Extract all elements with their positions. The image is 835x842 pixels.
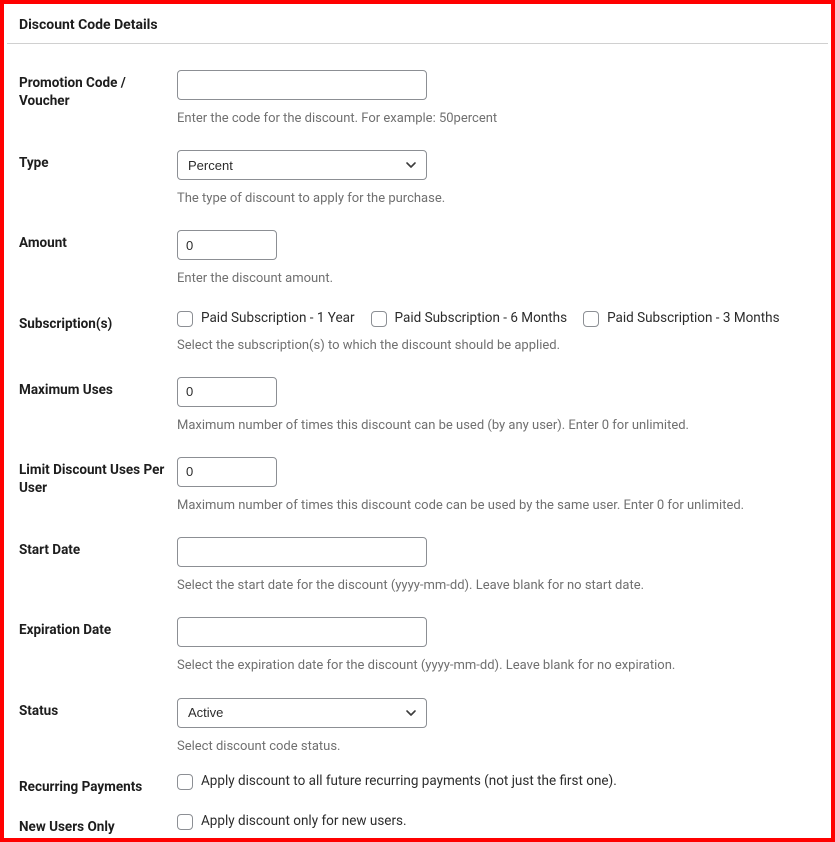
status-select[interactable]: Active — [177, 698, 427, 728]
recurring-payments-option[interactable]: Apply discount to all future recurring p… — [177, 774, 816, 790]
label-amount: Amount — [19, 230, 177, 252]
label-promotion-code: Promotion Code / Voucher — [19, 70, 177, 110]
help-type: The type of discount to apply for the pu… — [177, 190, 816, 208]
recurring-payments-checkbox[interactable] — [177, 774, 193, 790]
field-subscriptions: Paid Subscription - 1 Year Paid Subscrip… — [177, 311, 816, 355]
subscriptions-checkbox-group: Paid Subscription - 1 Year Paid Subscrip… — [177, 311, 816, 327]
field-amount: Enter the discount amount. — [177, 230, 816, 288]
label-expiration-date: Expiration Date — [19, 617, 177, 639]
help-subscriptions: Select the subscription(s) to which the … — [177, 337, 816, 355]
row-expiration-date: Expiration Date Select the expiration da… — [19, 599, 816, 679]
amount-input[interactable] — [177, 230, 277, 260]
row-limit-per-user: Limit Discount Uses Per User Maximum num… — [19, 439, 816, 519]
label-recurring-payments: Recurring Payments — [19, 774, 177, 796]
subscription-option-6months[interactable]: Paid Subscription - 6 Months — [371, 311, 568, 327]
field-status: Active Select discount code status. — [177, 698, 816, 756]
row-promotion-code: Promotion Code / Voucher Enter the code … — [19, 52, 816, 132]
subscription-label-3months: Paid Subscription - 3 Months — [607, 312, 780, 326]
field-expiration-date: Select the expiration date for the disco… — [177, 617, 816, 675]
label-type: Type — [19, 150, 177, 172]
promotion-code-input[interactable] — [177, 70, 427, 100]
field-recurring-payments: Apply discount to all future recurring p… — [177, 774, 816, 790]
row-type: Type Percent The type of discount to app… — [19, 132, 816, 212]
help-status: Select discount code status. — [177, 738, 816, 756]
row-new-users-only: New Users Only Apply discount only for n… — [19, 800, 816, 840]
field-new-users-only: Apply discount only for new users. — [177, 814, 816, 830]
help-expiration-date: Select the expiration date for the disco… — [177, 657, 816, 675]
row-amount: Amount Enter the discount amount. — [19, 212, 816, 292]
field-limit-per-user: Maximum number of times this discount co… — [177, 457, 816, 515]
new-users-only-checkbox[interactable] — [177, 814, 193, 830]
help-promotion-code: Enter the code for the discount. For exa… — [177, 110, 816, 128]
limit-per-user-input[interactable] — [177, 457, 277, 487]
row-maximum-uses: Maximum Uses Maximum number of times thi… — [19, 359, 816, 439]
subscription-label-6months: Paid Subscription - 6 Months — [395, 312, 568, 326]
label-new-users-only: New Users Only — [19, 814, 177, 836]
row-status: Status Active Select discount code statu… — [19, 680, 816, 760]
start-date-input[interactable] — [177, 537, 427, 567]
label-maximum-uses: Maximum Uses — [19, 377, 177, 399]
subscription-checkbox-1year[interactable] — [177, 311, 193, 327]
discount-form: Promotion Code / Voucher Enter the code … — [7, 44, 828, 840]
subscription-checkbox-6months[interactable] — [371, 311, 387, 327]
help-amount: Enter the discount amount. — [177, 270, 816, 288]
type-select[interactable]: Percent — [177, 150, 427, 180]
expiration-date-input[interactable] — [177, 617, 427, 647]
panel: Discount Code Details Promotion Code / V… — [6, 10, 829, 838]
label-subscriptions: Subscription(s) — [19, 311, 177, 333]
subscription-option-1year[interactable]: Paid Subscription - 1 Year — [177, 311, 355, 327]
field-type: Percent The type of discount to apply fo… — [177, 150, 816, 208]
new-users-only-option-label: Apply discount only for new users. — [201, 815, 407, 829]
help-maximum-uses: Maximum number of times this discount ca… — [177, 417, 816, 435]
screenshot-frame: Discount Code Details Promotion Code / V… — [0, 0, 835, 842]
help-limit-per-user: Maximum number of times this discount co… — [177, 497, 816, 515]
subscription-label-1year: Paid Subscription - 1 Year — [201, 312, 355, 326]
new-users-only-option[interactable]: Apply discount only for new users. — [177, 814, 816, 830]
label-limit-per-user: Limit Discount Uses Per User — [19, 457, 177, 497]
subscription-checkbox-3months[interactable] — [583, 311, 599, 327]
panel-title: Discount Code Details — [7, 11, 828, 44]
subscription-option-3months[interactable]: Paid Subscription - 3 Months — [583, 311, 780, 327]
row-recurring-payments: Recurring Payments Apply discount to all… — [19, 760, 816, 800]
field-maximum-uses: Maximum number of times this discount ca… — [177, 377, 816, 435]
field-start-date: Select the start date for the discount (… — [177, 537, 816, 595]
recurring-payments-option-label: Apply discount to all future recurring p… — [201, 775, 617, 789]
row-start-date: Start Date Select the start date for the… — [19, 519, 816, 599]
row-subscriptions: Subscription(s) Paid Subscription - 1 Ye… — [19, 293, 816, 359]
label-status: Status — [19, 698, 177, 720]
maximum-uses-input[interactable] — [177, 377, 277, 407]
field-promotion-code: Enter the code for the discount. For exa… — [177, 70, 816, 128]
help-start-date: Select the start date for the discount (… — [177, 577, 816, 595]
label-start-date: Start Date — [19, 537, 177, 559]
